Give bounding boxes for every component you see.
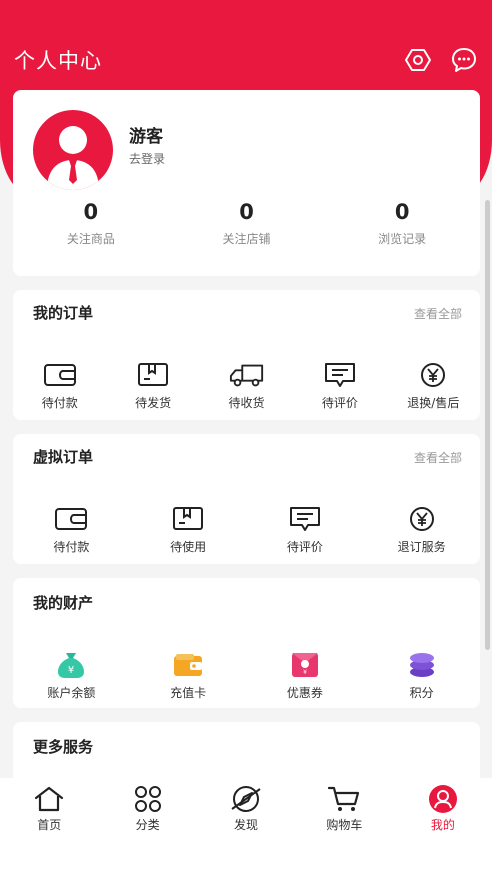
asset-label: 充值卡 [170,686,207,700]
card-wallet-icon [170,650,206,680]
asset-coupons[interactable]: ¥ 优惠券 [247,650,364,701]
tab-category[interactable]: 分类 [98,784,196,878]
profile-card: 游客 去登录 0 关注商品 0 关注店铺 0 浏览记录 [13,90,480,276]
assets-row: ¥ 账户余额 充值卡 ¥ 优惠券 积分 [13,650,480,701]
asset-label: 积分 [409,686,434,700]
header: 个人中心 [0,40,492,80]
order-pending-shipment[interactable]: 待发货 [106,360,199,411]
truck-icon [229,360,265,390]
virtual-pending-use[interactable]: 待使用 [130,504,247,555]
view-all-virtual-orders-link[interactable]: 查看全部 [414,449,462,466]
yen-icon [404,504,440,534]
svg-text:¥: ¥ [68,665,74,676]
grid-icon [131,784,165,814]
stat-label: 关注店铺 [222,232,271,246]
section-title: 我的订单 [33,304,94,322]
svg-text:¥: ¥ [303,669,307,676]
user-name: 游客 [129,127,163,147]
order-label: 待付款 [53,540,90,554]
message-icon[interactable] [450,46,478,74]
tab-label: 发现 [234,818,259,832]
asset-account-balance[interactable]: ¥ 账户余额 [13,650,130,701]
tab-label: 首页 [37,818,62,832]
virtual-orders-card: 虚拟订单 查看全部 待付款 待使用 待评价 退订服务 [13,434,480,564]
yen-icon [415,360,451,390]
virtual-order-status-row: 待付款 待使用 待评价 退订服务 [13,504,480,555]
gear-icon[interactable] [404,46,432,74]
asset-recharge-card[interactable]: 充值卡 [130,650,247,701]
stat-followed-shops[interactable]: 0 关注店铺 [169,200,325,247]
order-label: 退换/售后 [407,396,460,410]
box-icon [170,504,206,534]
section-title: 我的财产 [33,594,94,612]
order-pending-receipt[interactable]: 待收货 [200,360,293,411]
coins-icon [404,650,440,680]
tab-label: 我的 [430,818,455,832]
header-actions [404,46,478,74]
box-icon [135,360,171,390]
tab-discover[interactable]: 发现 [197,784,295,878]
order-pending-payment[interactable]: 待付款 [13,360,106,411]
comment-icon [322,360,358,390]
order-label: 待收货 [228,396,265,410]
order-pending-review[interactable]: 待评价 [293,360,386,411]
money-bag-icon: ¥ [53,650,89,680]
virtual-refund-service[interactable]: 退订服务 [363,504,480,555]
order-label: 待付款 [41,396,78,410]
my-orders-card: 我的订单 查看全部 待付款 待发货 待收货 待评价 退换/售后 [13,290,480,420]
scrollbar[interactable] [485,200,490,650]
stat-value: 0 [83,200,99,224]
asset-label: 账户余额 [47,686,96,700]
order-status-row: 待付款 待发货 待收货 待评价 退换/售后 [13,360,480,411]
wallet-icon [42,360,78,390]
stat-followed-products[interactable]: 0 关注商品 [13,200,169,247]
wallet-icon [53,504,89,534]
avatar-person-icon [47,126,99,190]
my-assets-card: 我的财产 ¥ 账户余额 充值卡 ¥ 优惠券 积分 [13,578,480,708]
stat-label: 浏览记录 [378,232,427,246]
tab-home[interactable]: 首页 [0,784,98,878]
order-label: 待评价 [286,540,323,554]
tab-mine[interactable]: 我的 [394,784,492,878]
order-after-sales[interactable]: 退换/售后 [387,360,480,411]
tab-label: 购物车 [326,818,363,832]
cart-icon [327,784,361,814]
view-all-orders-link[interactable]: 查看全部 [414,305,462,322]
bottom-tab-bar: 首页 分类 发现 购物车 我的 [0,778,492,878]
stat-value: 0 [239,200,254,224]
order-label: 待发货 [135,396,172,410]
virtual-pending-payment[interactable]: 待付款 [13,504,130,555]
stat-label: 关注商品 [66,232,115,246]
stats-row: 0 关注商品 0 关注店铺 0 浏览记录 [13,200,480,247]
login-link[interactable]: 去登录 [129,150,165,167]
section-title: 虚拟订单 [33,448,94,466]
user-icon [426,784,460,814]
asset-points[interactable]: 积分 [363,650,480,701]
compass-icon [229,784,263,814]
tab-label: 分类 [135,818,160,832]
asset-label: 优惠券 [286,686,323,700]
page-title: 个人中心 [14,49,102,73]
stat-browse-history[interactable]: 0 浏览记录 [324,200,480,247]
order-label: 退订服务 [397,540,446,554]
avatar[interactable] [33,110,113,190]
section-title: 更多服务 [33,738,94,756]
virtual-pending-review[interactable]: 待评价 [247,504,364,555]
tab-cart[interactable]: 购物车 [295,784,393,878]
home-icon [32,784,66,814]
order-label: 待使用 [170,540,207,554]
comment-icon [287,504,323,534]
stat-value: 0 [394,200,410,224]
coupon-icon: ¥ [287,650,323,680]
order-label: 待评价 [321,396,358,410]
